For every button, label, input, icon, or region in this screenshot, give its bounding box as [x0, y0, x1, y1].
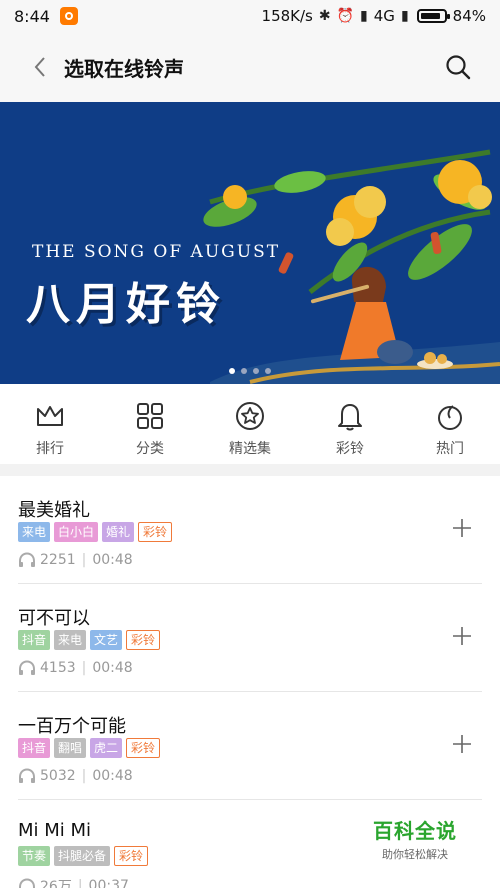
headphones-icon — [19, 768, 35, 783]
song-title: Mi Mi Mi — [18, 820, 92, 841]
category-label: 分类 — [136, 441, 164, 457]
category-ringback[interactable]: 彩铃 — [300, 384, 400, 464]
ringback-tag: 彩铃 — [126, 738, 161, 758]
section-divider — [0, 464, 500, 476]
page-title: 选取在线铃声 — [64, 56, 184, 81]
signal-icon: ▮ — [360, 8, 368, 24]
song-tag: 抖音 — [18, 738, 51, 758]
add-icon[interactable] — [450, 624, 474, 648]
song-tag: 白小白 — [54, 522, 99, 542]
song-tag: 婚礼 — [102, 522, 135, 542]
battery-icon — [416, 9, 450, 23]
song-tag: 抖音 — [18, 630, 51, 650]
song-title: 一百万个可能 — [18, 716, 126, 737]
meta-separator: | — [81, 660, 87, 676]
ringback-tag: 彩铃 — [138, 522, 173, 542]
network-type: 4G — [373, 7, 395, 25]
headphones-icon — [19, 660, 35, 675]
play-count: 4153 — [40, 660, 76, 676]
category-nav: 排行 分类 精选集 彩铃 热门 — [0, 384, 500, 464]
category-label: 彩铃 — [336, 441, 364, 457]
song-duration: 00:48 — [92, 660, 133, 676]
song-meta: 2251 | 00:48 — [18, 552, 133, 568]
banner-illustration — [203, 149, 500, 384]
song-title: 最美婚礼 — [18, 500, 90, 521]
song-duration: 00:37 — [88, 878, 129, 888]
watermark-tagline: 助你轻松解决 — [382, 847, 448, 861]
carousel-dot[interactable] — [265, 368, 271, 374]
song-meta: 4153 | 00:48 — [18, 660, 133, 676]
carousel-dot[interactable] — [229, 368, 235, 374]
category-label: 热门 — [436, 441, 464, 457]
flame-icon — [434, 400, 466, 432]
song-duration: 00:48 — [92, 768, 133, 784]
meta-separator: | — [81, 552, 87, 568]
watermark-brand: 百科全说 — [373, 818, 457, 843]
bell-icon — [334, 400, 366, 432]
play-count: 2251 — [40, 552, 76, 568]
carousel-dot[interactable] — [253, 368, 259, 374]
song-tag: 来电 — [18, 522, 51, 542]
ringback-tag: 彩铃 — [114, 846, 149, 866]
promo-banner[interactable]: THE SONG OF AUGUST 八月好铃 — [0, 102, 500, 384]
chevron-left-icon — [34, 57, 45, 77]
search-icon — [446, 55, 471, 80]
song-tag: 虎二 — [90, 738, 123, 758]
star-circle-icon — [234, 400, 266, 432]
crown-icon — [34, 400, 66, 432]
add-icon[interactable] — [450, 732, 474, 756]
play-count: 26万 — [40, 879, 72, 888]
song-tag: 抖腿必备 — [54, 846, 111, 866]
song-tags: 抖音 来电 文艺 彩铃 — [18, 630, 161, 650]
status-time: 8:44 — [14, 6, 50, 26]
song-tags: 来电 白小白 婚礼 彩铃 — [18, 522, 173, 542]
song-tag: 翻唱 — [54, 738, 87, 758]
song-tags: 抖音 翻唱 虎二 彩铃 — [18, 738, 161, 758]
signal-icon: ▮ — [400, 8, 409, 24]
add-icon[interactable] — [450, 516, 474, 540]
watermark: 百科全说 助你轻松解决 — [360, 810, 470, 866]
category-hot[interactable]: 热门 — [400, 384, 500, 464]
song-tags: 节奏 抖腿必备 彩铃 — [18, 846, 149, 866]
bluetooth-icon: ✱ — [318, 8, 331, 24]
song-meta: 26万 | 00:37 — [18, 876, 129, 888]
song-tag: 来电 — [54, 630, 87, 650]
alarm-icon: ⏰ — [336, 8, 355, 24]
song-item[interactable]: 最美婚礼 来电 白小白 婚礼 彩铃 2251 | 00:48 — [18, 476, 482, 584]
song-title: 可不可以 — [18, 608, 90, 629]
status-indicators: 158K/s ✱ ⏰ ▮ 4G ▮ 84% — [262, 7, 486, 25]
search-button[interactable] — [432, 41, 484, 93]
app-notification-icon — [59, 7, 78, 25]
category-label: 精选集 — [229, 441, 271, 457]
song-meta: 5032 | 00:48 — [18, 768, 133, 784]
category-label: 排行 — [36, 441, 64, 457]
play-count: 5032 — [40, 768, 76, 784]
category-featured[interactable]: 精选集 — [200, 384, 300, 464]
category-classify[interactable]: 分类 — [100, 384, 200, 464]
category-ranking[interactable]: 排行 — [0, 384, 100, 464]
network-speed: 158K/s — [261, 7, 313, 25]
meta-separator: | — [77, 878, 83, 888]
ringback-tag: 彩铃 — [126, 630, 161, 650]
song-duration: 00:48 — [92, 552, 133, 568]
headphones-icon — [19, 552, 35, 567]
carousel-dot[interactable] — [241, 368, 247, 374]
battery-level: 84% — [452, 7, 486, 25]
headphones-icon — [19, 878, 35, 888]
carousel-indicator — [0, 368, 500, 374]
grid-icon — [134, 400, 166, 432]
song-tag: 节奏 — [18, 846, 51, 866]
banner-title: 八月好铃 — [26, 279, 226, 330]
song-item[interactable]: 可不可以 抖音 来电 文艺 彩铃 4153 | 00:48 — [18, 584, 482, 692]
meta-separator: | — [81, 768, 87, 784]
status-bar: 8:44 158K/s ✱ ⏰ ▮ 4G ▮ 84% — [0, 0, 500, 32]
back-button[interactable] — [12, 39, 68, 95]
song-tag: 文艺 — [90, 630, 123, 650]
song-item[interactable]: 一百万个可能 抖音 翻唱 虎二 彩铃 5032 | 00:48 — [18, 692, 482, 800]
header: 选取在线铃声 — [0, 32, 500, 102]
banner-subtitle: THE SONG OF AUGUST — [32, 242, 281, 262]
